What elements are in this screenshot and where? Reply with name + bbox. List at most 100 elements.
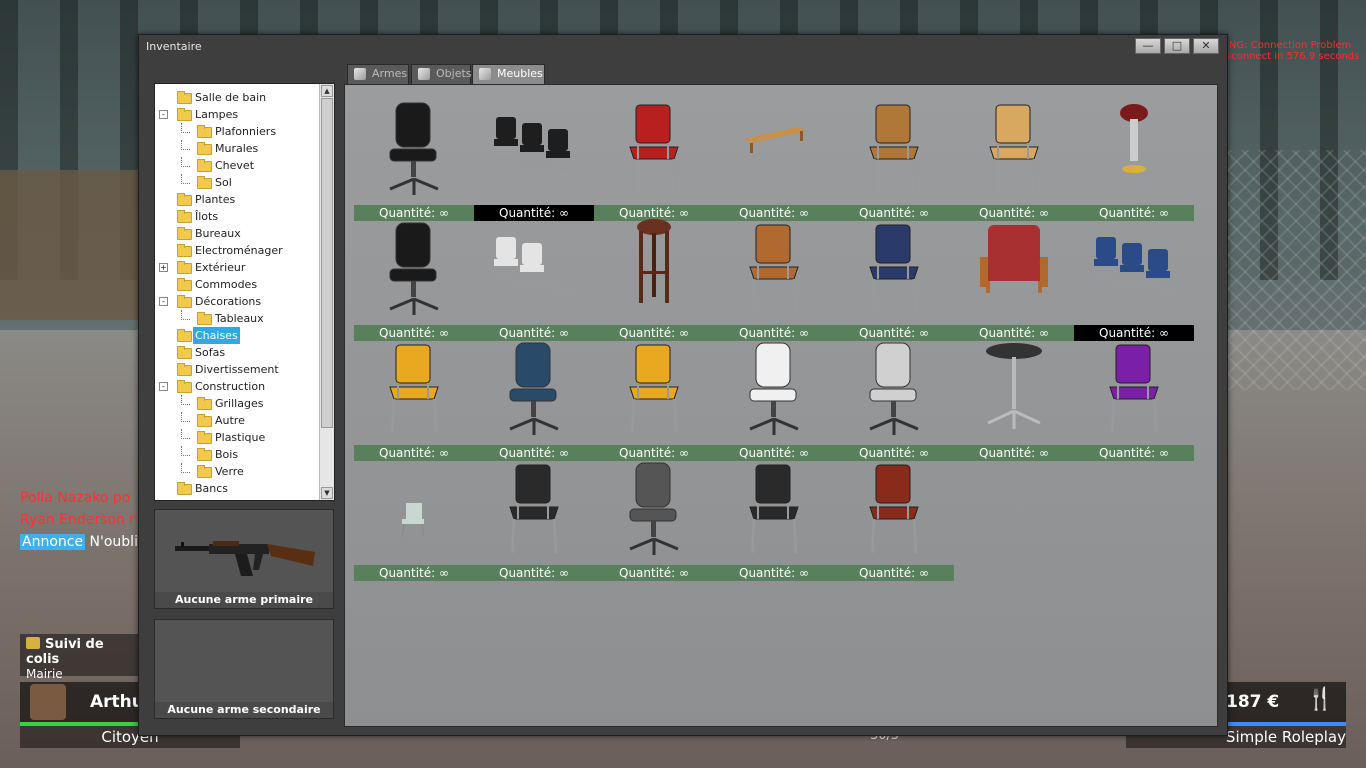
cube-icon xyxy=(479,68,491,80)
folder-icon xyxy=(177,363,192,376)
tree-item-label: Salle de bain xyxy=(195,91,267,104)
quantity-label: Quantité: ∞ xyxy=(354,565,474,581)
tree-item-label: Divertissement xyxy=(195,363,279,376)
tree-item-label: Chaises xyxy=(193,327,240,344)
tree-item-sofas[interactable]: Sofas xyxy=(155,344,319,361)
maximize-button[interactable]: □ xyxy=(1164,38,1190,54)
annonce-text: N'oubli xyxy=(89,534,138,550)
tree-item-verre[interactable]: Verre xyxy=(155,463,319,480)
tree-item-label: Bois xyxy=(215,448,239,461)
folder-icon xyxy=(177,346,192,359)
tree-item-plantes[interactable]: Plantes xyxy=(155,191,319,208)
collapse-icon[interactable]: - xyxy=(159,382,168,391)
scroll-thumb[interactable] xyxy=(321,98,333,428)
tree-item-murales[interactable]: Murales xyxy=(155,140,319,157)
chat-line: Annonce N'oubli xyxy=(20,531,138,553)
folder-icon xyxy=(177,227,192,240)
tree-branch-line xyxy=(181,157,190,167)
package-tracking-destination: Mairie xyxy=(26,667,63,681)
tree-item-chaises[interactable]: Chaises xyxy=(155,327,319,344)
furniture-item[interactable]: Quantité: ∞ xyxy=(594,457,714,581)
expand-icon[interactable]: + xyxy=(159,263,168,272)
folder-icon xyxy=(177,244,192,257)
tree-item-tableaux[interactable]: Tableaux xyxy=(155,310,319,327)
tree-item-construction[interactable]: - Construction xyxy=(155,378,319,395)
folder-icon xyxy=(177,210,192,223)
furniture-item[interactable]: Quantité: ∞ xyxy=(834,457,954,581)
furniture-item[interactable]: Quantité: ∞ xyxy=(594,97,714,221)
furniture-item[interactable]: Quantité: ∞ xyxy=(1074,217,1194,341)
close-button[interactable]: ✕ xyxy=(1193,38,1219,54)
tree-branch-line xyxy=(181,412,190,422)
chair-executive-black-icon xyxy=(354,217,474,323)
folder-icon xyxy=(197,414,212,427)
tree-item-label: Plastique xyxy=(215,431,266,444)
tree-scrollbar[interactable]: ▲ ▼ xyxy=(319,84,334,500)
furniture-item[interactable]: Quantité: ∞ xyxy=(354,457,474,581)
primary-weapon-slot[interactable]: Aucune arme primaire xyxy=(154,509,334,609)
collapse-icon[interactable]: - xyxy=(159,110,168,119)
tab-armes[interactable]: Armes xyxy=(347,64,409,84)
collapse-icon[interactable]: - xyxy=(159,297,168,306)
tree-item-plastique[interactable]: Plastique xyxy=(155,429,319,446)
tab-meubles[interactable]: Meubles xyxy=(472,64,545,85)
furniture-item[interactable]: Quantité: ∞ xyxy=(1074,97,1194,221)
tree-item-grillages[interactable]: Grillages xyxy=(155,395,319,412)
tree-item-plafonniers[interactable]: Plafonniers xyxy=(155,123,319,140)
tree-item-salle-de-bain[interactable]: Salle de bain xyxy=(155,89,319,106)
furniture-item[interactable]: Quantité: ∞ xyxy=(474,217,594,341)
tree-item--lots[interactable]: Îlots xyxy=(155,208,319,225)
furniture-item[interactable]: Quantité: ∞ xyxy=(1074,337,1194,461)
tree-item-ext-rieur[interactable]: + Extérieur xyxy=(155,259,319,276)
furniture-item[interactable]: Quantité: ∞ xyxy=(474,457,594,581)
tree-item-electrom-nager[interactable]: Electroménager xyxy=(155,242,319,259)
furniture-item[interactable]: Quantité: ∞ xyxy=(474,337,594,461)
tree-branch-line xyxy=(181,429,190,439)
furniture-item[interactable]: Quantité: ∞ xyxy=(954,97,1074,221)
furniture-item[interactable]: Quantité: ∞ xyxy=(354,97,474,221)
furniture-item[interactable]: Quantité: ∞ xyxy=(714,337,834,461)
tree-item-d-corations[interactable]: - Décorations xyxy=(155,293,319,310)
tab-objets[interactable]: Objets xyxy=(411,64,472,84)
furniture-item[interactable]: Quantité: ∞ xyxy=(714,457,834,581)
furniture-item[interactable]: Quantité: ∞ xyxy=(474,97,594,221)
scroll-up-arrow-icon[interactable]: ▲ xyxy=(321,85,333,97)
furniture-item[interactable]: Quantité: ∞ xyxy=(834,97,954,221)
tree-branch-line xyxy=(181,310,190,320)
tree-item-chevet[interactable]: Chevet xyxy=(155,157,319,174)
tree-branch-line xyxy=(181,463,190,473)
furniture-item[interactable]: Quantité: ∞ xyxy=(834,337,954,461)
tree-item-label: Plafonniers xyxy=(215,125,277,138)
window-titlebar[interactable]: Inventaire — □ ✕ xyxy=(139,35,1227,57)
bench-wood-low-icon xyxy=(714,97,834,203)
secondary-weapon-slot[interactable]: Aucune arme secondaire xyxy=(154,619,334,719)
furniture-item[interactable]: Quantité: ∞ xyxy=(714,217,834,341)
tree-item-bureaux[interactable]: Bureaux xyxy=(155,225,319,242)
furniture-item[interactable]: Quantité: ∞ xyxy=(954,337,1074,461)
tree-item-commodes[interactable]: Commodes xyxy=(155,276,319,293)
folder-icon xyxy=(177,329,192,342)
tree-item-autre[interactable]: Autre xyxy=(155,412,319,429)
game-background-fence xyxy=(1226,150,1366,390)
chair-bistro-icon xyxy=(834,457,954,563)
armchair-red-icon xyxy=(954,217,1074,323)
furniture-item[interactable]: Quantité: ∞ xyxy=(594,337,714,461)
tree-item-divertissement[interactable]: Divertissement xyxy=(155,361,319,378)
ak47-icon xyxy=(175,541,315,576)
furniture-item[interactable]: Quantité: ∞ xyxy=(954,217,1074,341)
furniture-item[interactable]: Quantité: ∞ xyxy=(714,97,834,221)
quantity-label: Quantité: ∞ xyxy=(1074,445,1194,461)
chair-school-wood-light-icon xyxy=(954,97,1074,203)
minimize-button[interactable]: — xyxy=(1135,38,1161,54)
tree-item-lampes[interactable]: - Lampes xyxy=(155,106,319,123)
quantity-label: Quantité: ∞ xyxy=(474,565,594,581)
stool-wood-icon xyxy=(594,217,714,323)
tree-item-bois[interactable]: Bois xyxy=(155,446,319,463)
tree-item-sol[interactable]: Sol xyxy=(155,174,319,191)
furniture-item[interactable]: Quantité: ∞ xyxy=(834,217,954,341)
furniture-item[interactable]: Quantité: ∞ xyxy=(354,337,474,461)
furniture-item[interactable]: Quantité: ∞ xyxy=(594,217,714,341)
scroll-down-arrow-icon[interactable]: ▼ xyxy=(321,487,333,499)
tree-item-bancs[interactable]: Bancs xyxy=(155,480,319,497)
furniture-item[interactable]: Quantité: ∞ xyxy=(354,217,474,341)
